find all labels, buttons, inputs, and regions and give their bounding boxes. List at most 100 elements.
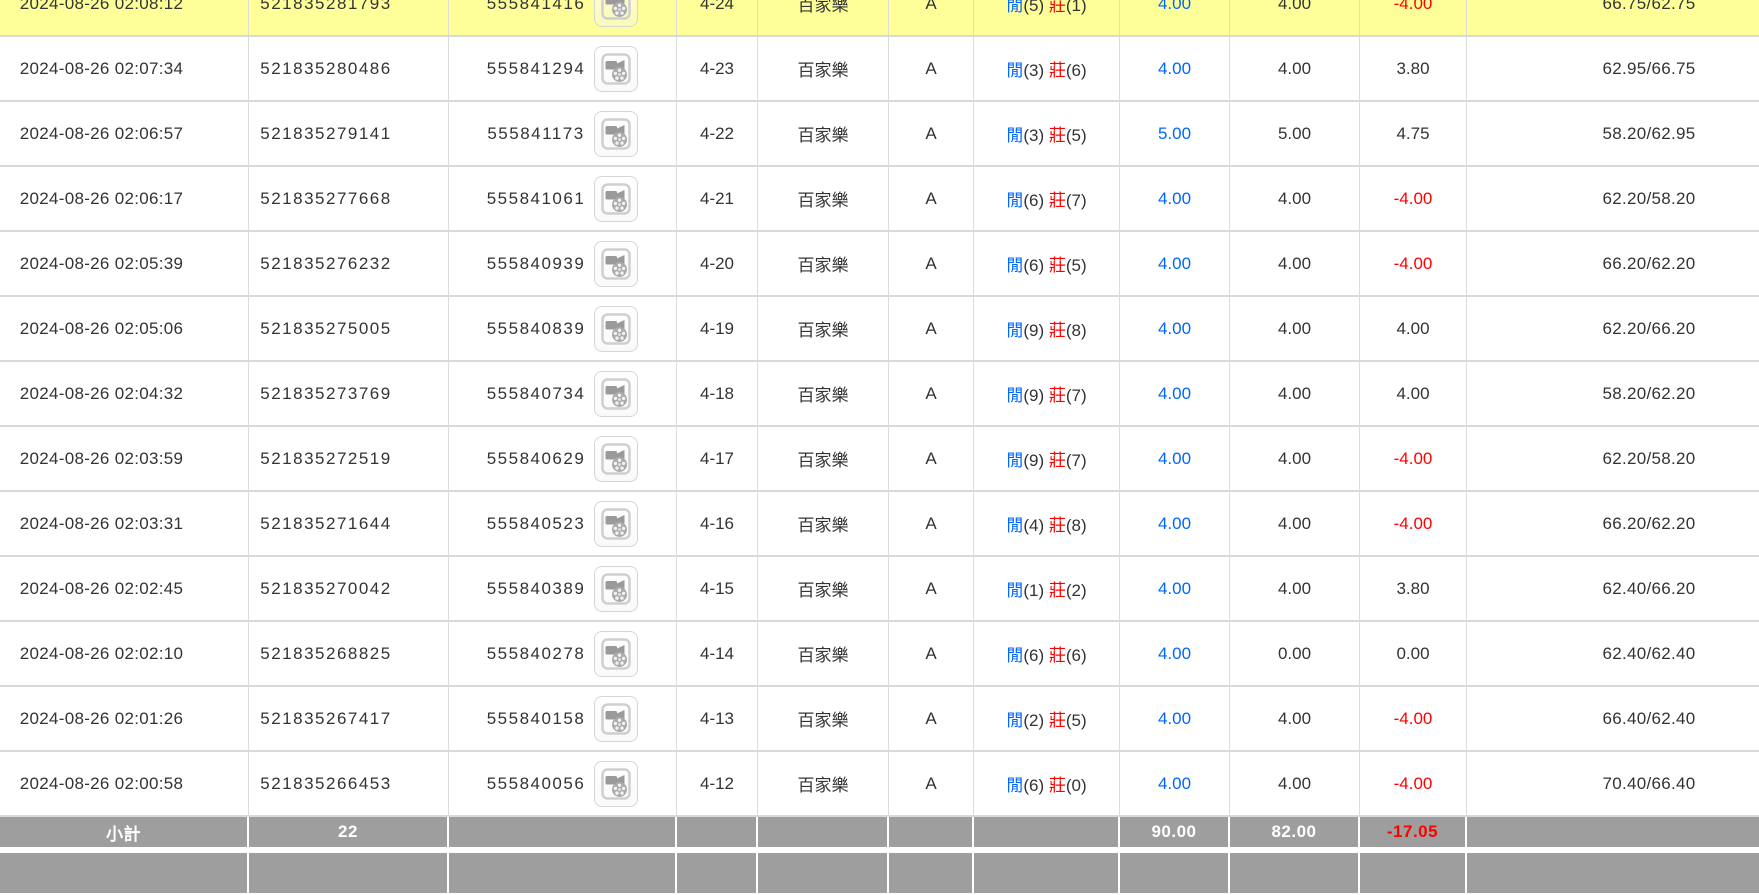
bet-amount-cell[interactable]: 4.00 xyxy=(1120,752,1230,817)
banker-label: 莊 xyxy=(1049,451,1066,470)
table-row: 2024-08-26 02:04:32 521835273769 5558407… xyxy=(0,362,1759,427)
win-loss-cell: -4.00 xyxy=(1360,232,1467,297)
round-id-cell: 555841416 xyxy=(449,0,677,37)
video-replay-button[interactable] xyxy=(594,761,638,807)
round-number-cell: 4-14 xyxy=(677,622,758,687)
player-label: 閒 xyxy=(1006,0,1023,15)
banker-points: (7) xyxy=(1066,191,1087,210)
player-label: 閒 xyxy=(1006,451,1023,470)
balance-cell: 62.40/66.20 xyxy=(1467,557,1759,622)
subtotal-win-loss-cell: -17.05 xyxy=(1360,817,1467,853)
video-replay-button[interactable] xyxy=(594,371,638,417)
video-replay-button[interactable] xyxy=(594,631,638,677)
subtotal-label-cell: 小計 xyxy=(0,817,249,853)
bet-time-cell: 2024-08-26 02:06:17 xyxy=(0,167,249,232)
bet-amount-cell[interactable]: 4.00 xyxy=(1120,0,1230,37)
table-letter-cell: A xyxy=(889,492,974,557)
table-row: 2024-08-26 02:05:39 521835276232 5558409… xyxy=(0,232,1759,297)
table-row: 2024-08-26 02:08:12 521835281793 5558414… xyxy=(0,0,1759,37)
table-row: 2024-08-26 02:02:10 521835268825 5558402… xyxy=(0,622,1759,687)
video-replay-button[interactable] xyxy=(594,241,638,287)
table-letter-cell: A xyxy=(889,622,974,687)
video-replay-button[interactable] xyxy=(594,306,638,352)
game-type-cell: 百家樂 xyxy=(758,232,889,297)
player-points: (6) xyxy=(1023,646,1044,665)
bet-amount-cell[interactable]: 4.00 xyxy=(1120,297,1230,362)
subtotal-empty-cell xyxy=(889,817,974,853)
video-replay-button[interactable] xyxy=(594,0,638,27)
game-type-cell: 百家樂 xyxy=(758,687,889,752)
banker-points: (6) xyxy=(1066,61,1087,80)
player-points: (1) xyxy=(1023,581,1044,600)
bet-id-cell: 521835272519 xyxy=(249,427,449,492)
bet-id-cell: 521835277668 xyxy=(249,167,449,232)
bet-amount-cell[interactable]: 4.00 xyxy=(1120,232,1230,297)
table-row: 2024-08-26 02:00:58 521835266453 5558400… xyxy=(0,752,1759,817)
video-camera-film-reel-icon xyxy=(601,53,631,85)
round-id-text: 555841061 xyxy=(487,189,586,209)
bet-amount-cell[interactable]: 4.00 xyxy=(1120,622,1230,687)
table-row: 2024-08-26 02:05:06 521835275005 5558408… xyxy=(0,297,1759,362)
round-id-cell: 555840939 xyxy=(449,232,677,297)
video-replay-button[interactable] xyxy=(594,696,638,742)
bet-amount-cell[interactable]: 4.00 xyxy=(1120,37,1230,102)
subtotal-empty-cell xyxy=(758,817,889,853)
video-replay-button[interactable] xyxy=(594,566,638,612)
valid-bet-cell: 4.00 xyxy=(1230,232,1360,297)
bet-time-cell: 2024-08-26 02:02:10 xyxy=(0,622,249,687)
video-replay-button[interactable] xyxy=(594,176,638,222)
balance-cell: 66.20/62.20 xyxy=(1467,232,1759,297)
bet-time-cell: 2024-08-26 02:04:32 xyxy=(0,362,249,427)
player-label: 閒 xyxy=(1006,776,1023,795)
round-id-cell: 555841061 xyxy=(449,167,677,232)
table-letter-cell: A xyxy=(889,232,974,297)
round-id-text: 555840158 xyxy=(487,709,586,729)
result-cell: 閒(9) 莊(7) xyxy=(974,362,1120,427)
banker-label: 莊 xyxy=(1049,321,1066,340)
bet-amount-cell[interactable]: 5.00 xyxy=(1120,102,1230,167)
bet-amount-cell[interactable]: 4.00 xyxy=(1120,362,1230,427)
result-cell: 閒(3) 莊(5) xyxy=(974,102,1120,167)
table-row: 2024-08-26 02:06:57 521835279141 5558411… xyxy=(0,102,1759,167)
round-id-cell: 555840839 xyxy=(449,297,677,362)
round-number-cell: 4-12 xyxy=(677,752,758,817)
video-replay-button[interactable] xyxy=(594,111,638,157)
bet-amount-cell[interactable]: 4.00 xyxy=(1120,167,1230,232)
bet-id-cell: 521835271644 xyxy=(249,492,449,557)
bet-amount-cell[interactable]: 4.00 xyxy=(1120,687,1230,752)
bet-id-cell: 521835276232 xyxy=(249,232,449,297)
bet-amount-cell[interactable]: 4.00 xyxy=(1120,557,1230,622)
player-label: 閒 xyxy=(1006,256,1023,275)
video-replay-button[interactable] xyxy=(594,436,638,482)
banker-label: 莊 xyxy=(1049,0,1066,15)
round-number-cell: 4-15 xyxy=(677,557,758,622)
result-cell: 閒(6) 莊(6) xyxy=(974,622,1120,687)
banker-points: (7) xyxy=(1066,386,1087,405)
bet-time-cell: 2024-08-26 02:03:59 xyxy=(0,427,249,492)
game-type-cell: 百家樂 xyxy=(758,0,889,37)
win-loss-cell: -4.00 xyxy=(1360,687,1467,752)
bet-amount-cell[interactable]: 4.00 xyxy=(1120,492,1230,557)
video-replay-button[interactable] xyxy=(594,501,638,547)
bet-time-cell: 2024-08-26 02:00:58 xyxy=(0,752,249,817)
win-loss-cell: -4.00 xyxy=(1360,492,1467,557)
round-id-cell: 555840734 xyxy=(449,362,677,427)
table-letter-cell: A xyxy=(889,102,974,167)
table-letter-cell: A xyxy=(889,687,974,752)
round-number-cell: 4-16 xyxy=(677,492,758,557)
table-row: 2024-08-26 02:03:31 521835271644 5558405… xyxy=(0,492,1759,557)
subtotal-count-cell: 22 xyxy=(249,817,449,853)
game-type-cell: 百家樂 xyxy=(758,557,889,622)
video-camera-film-reel-icon xyxy=(601,378,631,410)
bet-time-cell: 2024-08-26 02:05:39 xyxy=(0,232,249,297)
bet-amount-cell[interactable]: 4.00 xyxy=(1120,427,1230,492)
result-cell: 閒(6) 莊(5) xyxy=(974,232,1120,297)
player-points: (5) xyxy=(1023,0,1044,15)
valid-bet-cell: 5.00 xyxy=(1230,102,1360,167)
video-camera-film-reel-icon xyxy=(601,0,631,20)
bet-id-cell: 521835267417 xyxy=(249,687,449,752)
video-replay-button[interactable] xyxy=(594,46,638,92)
table-letter-cell: A xyxy=(889,37,974,102)
win-loss-cell: -4.00 xyxy=(1360,427,1467,492)
table-letter-cell: A xyxy=(889,167,974,232)
